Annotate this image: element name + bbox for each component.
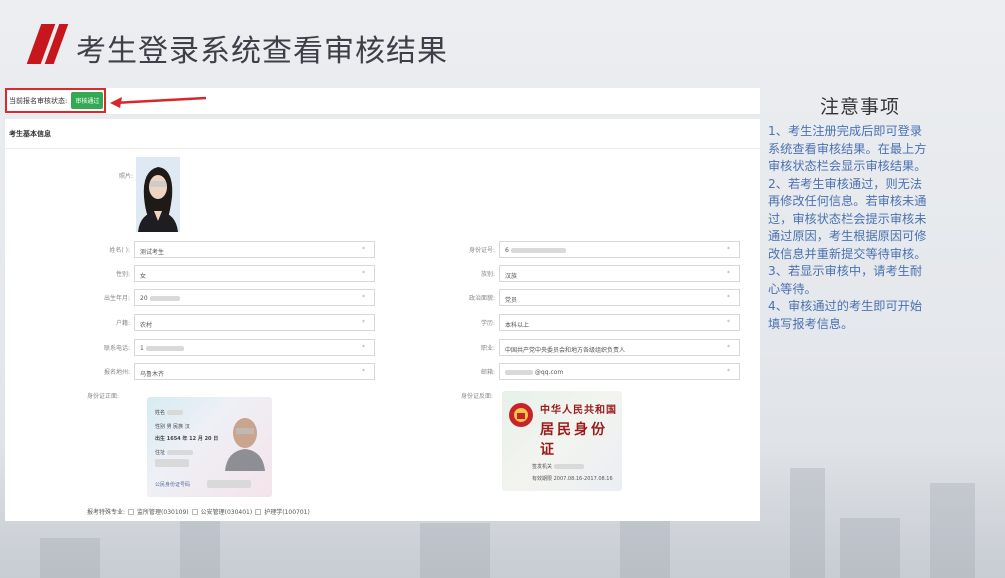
major-checkbox[interactable] [128,508,135,515]
notes-list: 1、考生注册完成后即可登录系统查看审核结果。在最上方审核状态栏会显示审核结果。 … [768,123,933,333]
field-ethnicity: 族别: 汉族 * [481,265,740,282]
national-emblem-icon [509,403,533,427]
field-education: 学历: 本科以上 * [481,314,740,331]
email-input[interactable]: @qq.com * [499,363,740,380]
field-label: 族别: [480,271,495,278]
field-label: 政治面貌: [468,295,495,302]
phone-input[interactable]: 1 * [134,339,375,356]
note-item: 2、若考生审核通过，则无法再修改任何信息。若审核未通过，审核状态栏会提示审核未通… [768,176,927,261]
id-front-label: 身份证正面: [87,393,120,400]
section-title: 考生基本信息 [5,119,760,149]
field-label: 姓名( ): [109,247,130,254]
field-idnumber: 身份证号: 6 * [469,241,740,258]
majors-label: 报考特殊专业: [87,509,126,516]
ethnicity-input[interactable]: 汉族 * [499,265,740,282]
field-label: 出生年月: [103,295,130,302]
field-birth: 出生年月: 20 * [104,289,375,306]
id-portrait-icon [225,418,265,471]
id-card-back-image: 中华人民共和国 居民身份证 签发机关 有效期限 2007.08.16-2017.… [502,391,622,491]
idnumber-input[interactable]: 6 * [499,241,740,258]
photo-label: 照片: [119,173,134,180]
field-label: 身份证号: [468,247,495,254]
household-input[interactable]: 农村 * [134,314,375,331]
status-label: 当前报名审核状态: [9,96,68,105]
major-checkbox[interactable] [191,508,198,515]
birth-input[interactable]: 20 * [134,289,375,306]
field-label: 学历: [480,320,495,327]
page-title: 考生登录系统查看审核结果 [76,34,448,69]
note-item: 4、审核通过的考生即可开始填写报考信息。 [768,299,923,331]
status-highlight-box: 当前报名审核状态: 审核通过 [5,88,106,113]
field-gender: 性别: 女 * [116,265,375,282]
field-label: 联系电话: [103,345,130,352]
field-label: 性别: [115,271,130,278]
field-label: 报名地州: [103,369,130,376]
note-item: 1、考生注册完成后即可登录系统查看审核结果。在最上方审核状态栏会显示审核结果。 [768,124,927,173]
field-phone: 联系电话: 1 * [104,339,375,356]
field-political: 政治面貌: 党员 * [469,289,740,306]
field-name: 姓名( ): 测试考生 * [109,241,375,258]
notes-title: 注意事项 [820,96,901,118]
special-majors: 报考特殊专业: 监所管理(030109) 公安管理(030401) 护理学(10… [87,508,310,516]
id-card-front-image: 姓名 性别 男 民族 汉 出生 1654 年 12 月 20 日 住址 公民身份… [147,397,272,497]
field-label: 职业: [480,345,495,352]
gender-input[interactable]: 女 * [134,265,375,282]
education-input[interactable]: 本科以上 * [499,314,740,331]
status-badge: 审核通过 [71,92,104,109]
title-logo-mark [26,24,69,64]
applicant-info-card: 考生基本信息 照片: 姓名( ): 测试考生 * 性别: 女 * 出生年月: 20 … [5,119,760,521]
occupation-input[interactable]: 中国共产党中央委员会和地方各级组织负责人 * [499,339,740,356]
field-label: 邮箱: [480,369,495,376]
field-email: 邮箱: @qq.com * [481,363,740,380]
id-back-label: 身份证反面: [461,393,494,400]
political-input[interactable]: 党员 * [499,289,740,306]
note-item: 3、若显示审核中，请考生耐心等待。 [768,264,923,296]
field-occupation: 职业: 中国共产党中央委员会和地方各级组织负责人 * [481,339,740,356]
field-label: 户籍: [115,320,130,327]
major-checkbox[interactable] [255,508,262,515]
field-household: 户籍: 农村 * [116,314,375,331]
field-region: 报名地州: 乌鲁木齐 * [104,363,375,380]
name-input[interactable]: 测试考生 * [134,241,375,258]
red-arrow-icon [110,96,207,108]
region-input[interactable]: 乌鲁木齐 * [134,363,375,380]
applicant-photo [136,157,180,232]
